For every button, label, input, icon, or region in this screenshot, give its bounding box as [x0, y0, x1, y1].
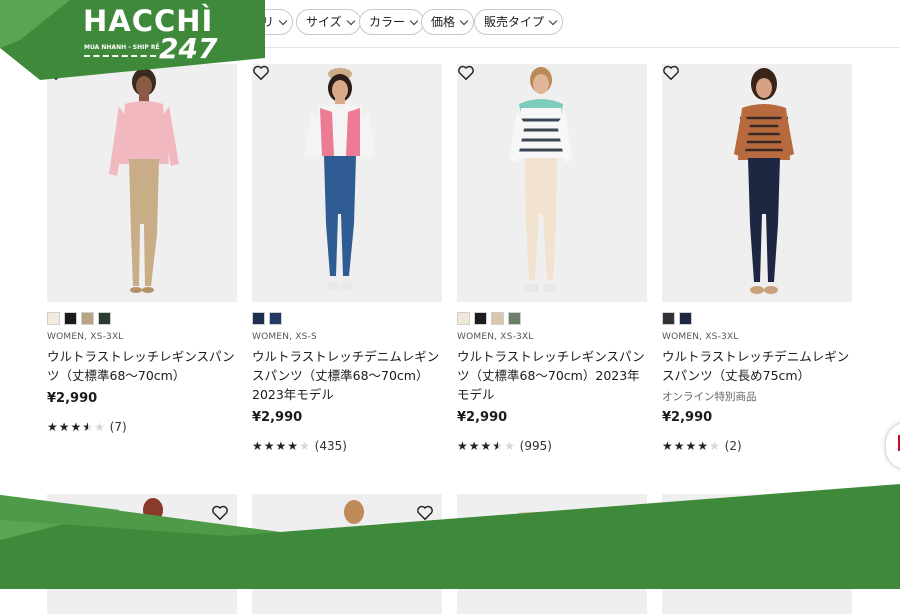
color-swatch[interactable]	[662, 312, 675, 325]
star-icon: ★	[82, 420, 95, 434]
star-icon: ★	[252, 439, 264, 453]
product-name[interactable]: ウルトラストレッチレギンスパンツ（丈標準68〜70cm）2023年モデル	[457, 347, 647, 404]
product-card[interactable]: WOMEN, XS-3XL ウルトラストレッチレギンスパンツ（丈標準68〜70c…	[457, 64, 647, 453]
chevron-down-icon	[409, 16, 419, 26]
model-figure	[734, 68, 794, 294]
star-icon: ★	[457, 439, 469, 453]
star-icon: ★	[287, 439, 300, 453]
review-count[interactable]: (995)	[520, 439, 552, 453]
star-icon: ★	[275, 439, 288, 453]
color-swatch[interactable]	[508, 312, 521, 325]
floating-side-button[interactable]	[886, 423, 900, 469]
product-image[interactable]	[662, 64, 852, 302]
filter-price-label: 価格	[431, 15, 456, 29]
star-icon: ★	[662, 439, 674, 453]
filter-size-chip[interactable]: サイズ	[296, 9, 361, 35]
color-swatches	[662, 312, 852, 326]
star-icon: ★	[70, 420, 83, 434]
star-icon: ★	[263, 439, 276, 453]
watermark-bottom-banner	[0, 484, 900, 589]
star-icon: ★	[468, 439, 481, 453]
product-price: ¥2,990	[457, 410, 508, 425]
color-swatches	[47, 312, 237, 326]
color-swatch[interactable]	[474, 312, 487, 325]
rating-stars: ★★★★★	[252, 439, 311, 453]
review-count[interactable]: (7)	[110, 420, 127, 434]
product-image[interactable]	[47, 64, 237, 302]
star-icon: ★	[492, 439, 505, 453]
filter-price-chip[interactable]: 価格	[421, 9, 475, 35]
chevron-down-icon	[278, 16, 288, 26]
star-icon: ★	[504, 439, 516, 453]
model-figure	[304, 68, 376, 291]
product-card[interactable]: WOMEN, XS-S ウルトラストレッチデニムレギンスパンツ（丈標準68〜70…	[252, 64, 442, 453]
review-count[interactable]: (435)	[315, 439, 347, 453]
filter-sales-type-label: 販売タイプ	[484, 15, 545, 29]
product-image[interactable]	[252, 64, 442, 302]
star-icon: ★	[58, 420, 71, 434]
chevron-down-icon	[346, 16, 355, 26]
logo-number: 247	[159, 32, 218, 65]
model-figure	[509, 67, 573, 292]
product-meta: WOMEN, XS-S	[252, 332, 317, 342]
star-icon: ★	[697, 439, 710, 453]
chevron-down-icon	[459, 16, 469, 26]
product-image[interactable]	[457, 64, 647, 302]
star-icon: ★	[47, 420, 59, 434]
chevron-down-icon	[548, 16, 558, 26]
color-swatches	[457, 312, 647, 326]
logo-divider	[84, 55, 156, 57]
star-icon: ★	[94, 420, 106, 434]
color-swatch[interactable]	[98, 312, 111, 325]
product-name[interactable]: ウルトラストレッチデニムレギンスパンツ（丈標準68〜70cm）2023年モデル	[252, 347, 442, 404]
filter-color-chip[interactable]: カラー	[359, 9, 425, 35]
product-price: ¥2,990	[47, 391, 98, 406]
color-swatch[interactable]	[679, 312, 692, 325]
online-exclusive-note: オンライン特別商品	[662, 391, 757, 403]
favorite-heart-icon[interactable]	[662, 64, 680, 82]
rating-stars: ★★★★★	[457, 439, 516, 453]
favorite-heart-icon[interactable]	[457, 64, 475, 82]
product-price: ¥2,990	[252, 410, 303, 425]
product-meta: WOMEN, XS-3XL	[662, 332, 739, 342]
product-rating: ★★★★★ (995)	[457, 439, 647, 453]
star-icon: ★	[673, 439, 686, 453]
color-swatch[interactable]	[47, 312, 60, 325]
product-rating: ★★★★★ (435)	[252, 439, 442, 453]
review-count[interactable]: (2)	[725, 439, 742, 453]
product-card[interactable]: WOMEN, XS-3XL ウルトラストレッチデニムレギンスパンツ（丈長め75c…	[662, 64, 852, 453]
filter-sales-type-chip[interactable]: 販売タイプ	[474, 9, 564, 35]
product-meta: WOMEN, XS-3XL	[457, 332, 534, 342]
model-figure	[109, 68, 179, 293]
color-swatch[interactable]	[252, 312, 265, 325]
product-meta: WOMEN, XS-3XL	[47, 332, 124, 342]
color-swatch[interactable]	[491, 312, 504, 325]
product-rating: ★★★★★ (7)	[47, 420, 237, 434]
star-icon: ★	[299, 439, 311, 453]
filter-size-label: サイズ	[306, 15, 342, 29]
color-swatches	[252, 312, 442, 326]
product-rating: ★★★★★ (2)	[662, 439, 852, 453]
product-price: ¥2,990	[662, 410, 713, 425]
product-name[interactable]: ウルトラストレッチレギンスパンツ（丈標準68〜70cm）	[47, 347, 237, 385]
logo-tagline: MUA NHANH - SHIP RẺ	[84, 44, 160, 51]
filter-color-label: カラー	[369, 15, 406, 29]
star-icon: ★	[480, 439, 493, 453]
color-swatch[interactable]	[81, 312, 94, 325]
product-name[interactable]: ウルトラストレッチデニムレギンスパンツ（丈長め75cm）	[662, 347, 852, 385]
watermark-logo-banner: HACCHÌ MUA NHANH - SHIP RẺ 247	[0, 0, 265, 80]
color-swatch[interactable]	[64, 312, 77, 325]
rating-stars: ★★★★★	[47, 420, 106, 434]
star-icon: ★	[709, 439, 721, 453]
product-card[interactable]: WOMEN, XS-3XL ウルトラストレッチレギンスパンツ（丈標準68〜70c…	[47, 64, 237, 434]
color-swatch[interactable]	[457, 312, 470, 325]
star-icon: ★	[685, 439, 698, 453]
color-swatch[interactable]	[269, 312, 282, 325]
rating-stars: ★★★★★	[662, 439, 721, 453]
